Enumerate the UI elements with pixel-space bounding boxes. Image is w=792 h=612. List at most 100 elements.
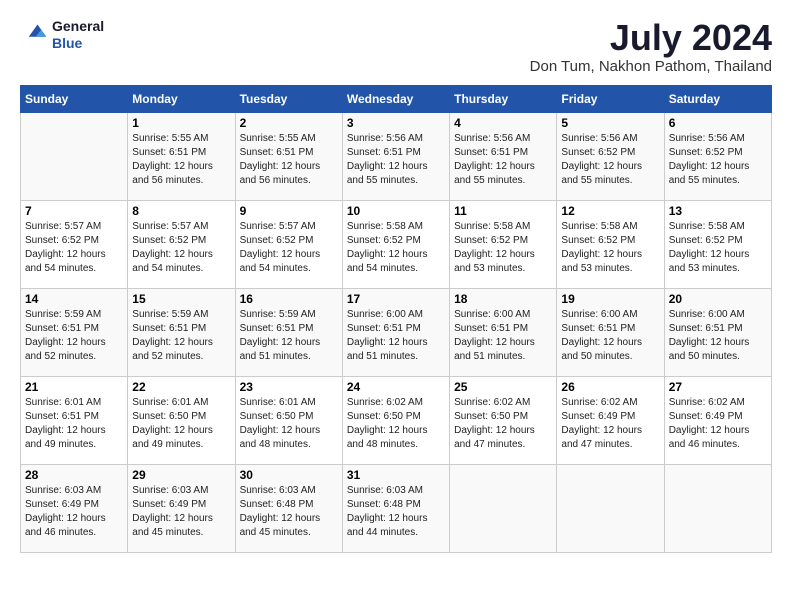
day-info-line: Sunset: 6:51 PM bbox=[25, 410, 123, 424]
main-title: July 2024 bbox=[530, 18, 772, 58]
day-number: 19 bbox=[561, 292, 659, 306]
calendar-cell: 23Sunrise: 6:01 AMSunset: 6:50 PMDayligh… bbox=[235, 376, 342, 464]
day-info: Sunrise: 6:02 AMSunset: 6:49 PMDaylight:… bbox=[561, 396, 659, 452]
day-info-line: Sunset: 6:52 PM bbox=[25, 234, 123, 248]
calendar-cell: 27Sunrise: 6:02 AMSunset: 6:49 PMDayligh… bbox=[664, 376, 771, 464]
day-info: Sunrise: 6:03 AMSunset: 6:49 PMDaylight:… bbox=[25, 484, 123, 540]
day-number: 17 bbox=[347, 292, 445, 306]
calendar-cell: 1Sunrise: 5:55 AMSunset: 6:51 PMDaylight… bbox=[128, 112, 235, 200]
day-number: 7 bbox=[25, 204, 123, 218]
calendar-cell: 12 Sunrise: 5:58 AMSunset: 6:52 PMDayligh… bbox=[557, 200, 664, 288]
day-number: 25 bbox=[454, 380, 552, 394]
logo-line2: Blue bbox=[52, 35, 104, 52]
calendar-cell: 25 Sunrise: 6:02 AMSunset: 6:50 PMDayligh… bbox=[450, 376, 557, 464]
day-number: 28 bbox=[25, 468, 123, 482]
calendar-cell: 16 Sunrise: 5:59 AMSunset: 6:51 PMDayligh… bbox=[235, 288, 342, 376]
day-info: Sunrise: 5:56 AMSunset: 6:51 PMDaylight:… bbox=[347, 132, 445, 188]
day-info: Sunrise: 5:59 AMSunset: 6:51 PMDaylight:… bbox=[240, 308, 338, 364]
day-info: Sunrise: 5:56 AMSunset: 6:52 PMDaylight:… bbox=[561, 132, 659, 188]
day-info-line: Sunset: 6:52 PM bbox=[347, 234, 445, 248]
day-info-line: Sunrise: 5:55 AM bbox=[132, 132, 230, 146]
day-info-line: Sunrise: 5:55 AM bbox=[240, 132, 338, 146]
day-info-line: Daylight: 12 hours and 55 minutes. bbox=[454, 160, 552, 188]
day-info-line: Sunset: 6:52 PM bbox=[240, 234, 338, 248]
day-info-line: Sunset: 6:48 PM bbox=[347, 498, 445, 512]
day-number: 12 bbox=[561, 204, 659, 218]
day-number: 29 bbox=[132, 468, 230, 482]
day-info: Sunrise: 5:58 AMSunset: 6:52 PMDaylight:… bbox=[669, 220, 767, 276]
day-info-line: Sunset: 6:50 PM bbox=[454, 410, 552, 424]
calendar-week-row: 28Sunrise: 6:03 AMSunset: 6:49 PMDayligh… bbox=[21, 464, 772, 552]
calendar-cell: 14Sunrise: 5:59 AMSunset: 6:51 PMDayligh… bbox=[21, 288, 128, 376]
calendar-cell: 11Sunrise: 5:58 AMSunset: 6:52 PMDayligh… bbox=[450, 200, 557, 288]
day-info-line: Sunrise: 5:58 AM bbox=[561, 220, 659, 234]
calendar-cell: 4Sunrise: 5:56 AMSunset: 6:51 PMDaylight… bbox=[450, 112, 557, 200]
day-info-line: Sunset: 6:52 PM bbox=[669, 234, 767, 248]
day-info: Sunrise: 6:03 AMSunset: 6:48 PMDaylight:… bbox=[240, 484, 338, 540]
day-info-line: Sunset: 6:52 PM bbox=[454, 234, 552, 248]
day-info-line: Daylight: 12 hours and 48 minutes. bbox=[347, 424, 445, 452]
calendar-cell: 20 Sunrise: 6:00 AMSunset: 6:51 PMDayligh… bbox=[664, 288, 771, 376]
day-info: Sunrise: 6:00 AMSunset: 6:51 PMDaylight:… bbox=[669, 308, 767, 364]
day-info-line: Daylight: 12 hours and 55 minutes. bbox=[347, 160, 445, 188]
calendar-week-row: 21Sunrise: 6:01 AMSunset: 6:51 PMDayligh… bbox=[21, 376, 772, 464]
day-info-line: Daylight: 12 hours and 46 minutes. bbox=[25, 512, 123, 540]
day-info: Sunrise: 5:58 AMSunset: 6:52 PMDaylight:… bbox=[561, 220, 659, 276]
col-header-friday: Friday bbox=[557, 85, 664, 112]
day-number: 30 bbox=[240, 468, 338, 482]
calendar-cell bbox=[450, 464, 557, 552]
day-info-line: Sunset: 6:52 PM bbox=[561, 146, 659, 160]
calendar-cell: 8Sunrise: 5:57 AMSunset: 6:52 PMDaylight… bbox=[128, 200, 235, 288]
day-number: 14 bbox=[25, 292, 123, 306]
day-info-line: Sunrise: 6:03 AM bbox=[240, 484, 338, 498]
day-number: 27 bbox=[669, 380, 767, 394]
day-number: 16 bbox=[240, 292, 338, 306]
day-info-line: Sunset: 6:49 PM bbox=[132, 498, 230, 512]
day-info-line: Sunrise: 6:01 AM bbox=[240, 396, 338, 410]
day-info-line: Daylight: 12 hours and 56 minutes. bbox=[240, 160, 338, 188]
calendar-cell: 30 Sunrise: 6:03 AMSunset: 6:48 PMDayligh… bbox=[235, 464, 342, 552]
day-info-line: Sunset: 6:51 PM bbox=[132, 322, 230, 336]
day-number: 8 bbox=[132, 204, 230, 218]
day-info-line: Daylight: 12 hours and 54 minutes. bbox=[240, 248, 338, 276]
col-header-tuesday: Tuesday bbox=[235, 85, 342, 112]
calendar-cell: 24Sunrise: 6:02 AMSunset: 6:50 PMDayligh… bbox=[342, 376, 449, 464]
day-number: 15 bbox=[132, 292, 230, 306]
day-info-line: Sunrise: 5:56 AM bbox=[454, 132, 552, 146]
calendar-cell: 31Sunrise: 6:03 AMSunset: 6:48 PMDayligh… bbox=[342, 464, 449, 552]
day-info-line: Sunset: 6:51 PM bbox=[25, 322, 123, 336]
day-info-line: Sunrise: 5:57 AM bbox=[25, 220, 123, 234]
subtitle: Don Tum, Nakhon Pathom, Thailand bbox=[530, 58, 772, 75]
day-info-line: Sunset: 6:51 PM bbox=[561, 322, 659, 336]
day-info-line: Daylight: 12 hours and 44 minutes. bbox=[347, 512, 445, 540]
day-info-line: Sunset: 6:51 PM bbox=[132, 146, 230, 160]
day-info: Sunrise: 5:58 AMSunset: 6:52 PMDaylight:… bbox=[347, 220, 445, 276]
calendar-cell: 28 Sunrise: 6:03 AMSunset: 6:49 PMDayligh… bbox=[21, 464, 128, 552]
day-info-line: Daylight: 12 hours and 54 minutes. bbox=[25, 248, 123, 276]
day-info-line: Daylight: 12 hours and 53 minutes. bbox=[669, 248, 767, 276]
day-info: Sunrise: 6:01 AMSunset: 6:51 PMDaylight:… bbox=[25, 396, 123, 452]
day-number: 9 bbox=[240, 204, 338, 218]
day-info: Sunrise: 6:03 AMSunset: 6:48 PMDaylight:… bbox=[347, 484, 445, 540]
day-info: Sunrise: 5:56 AMSunset: 6:52 PMDaylight:… bbox=[669, 132, 767, 188]
calendar-week-row: 7Sunrise: 5:57 AMSunset: 6:52 PMDaylight… bbox=[21, 200, 772, 288]
day-info-line: Sunrise: 6:00 AM bbox=[561, 308, 659, 322]
day-info-line: Sunrise: 6:03 AM bbox=[25, 484, 123, 498]
calendar: SundayMondayTuesdayWednesdayThursdayFrid… bbox=[20, 85, 772, 553]
day-info-line: Daylight: 12 hours and 55 minutes. bbox=[561, 160, 659, 188]
day-info-line: Daylight: 12 hours and 49 minutes. bbox=[25, 424, 123, 452]
col-header-thursday: Thursday bbox=[450, 85, 557, 112]
day-number: 20 bbox=[669, 292, 767, 306]
day-info-line: Sunrise: 5:58 AM bbox=[347, 220, 445, 234]
day-info: Sunrise: 5:55 AMSunset: 6:51 PMDaylight:… bbox=[240, 132, 338, 188]
day-info-line: Sunset: 6:50 PM bbox=[347, 410, 445, 424]
calendar-cell: 15Sunrise: 5:59 AMSunset: 6:51 PMDayligh… bbox=[128, 288, 235, 376]
day-info-line: Daylight: 12 hours and 47 minutes. bbox=[454, 424, 552, 452]
calendar-cell: 3 Sunrise: 5:56 AMSunset: 6:51 PMDaylight… bbox=[342, 112, 449, 200]
day-number: 3 bbox=[347, 116, 445, 130]
calendar-cell: 22Sunrise: 6:01 AMSunset: 6:50 PMDayligh… bbox=[128, 376, 235, 464]
calendar-cell bbox=[664, 464, 771, 552]
day-number: 2 bbox=[240, 116, 338, 130]
day-info-line: Sunrise: 6:02 AM bbox=[454, 396, 552, 410]
day-number: 1 bbox=[132, 116, 230, 130]
